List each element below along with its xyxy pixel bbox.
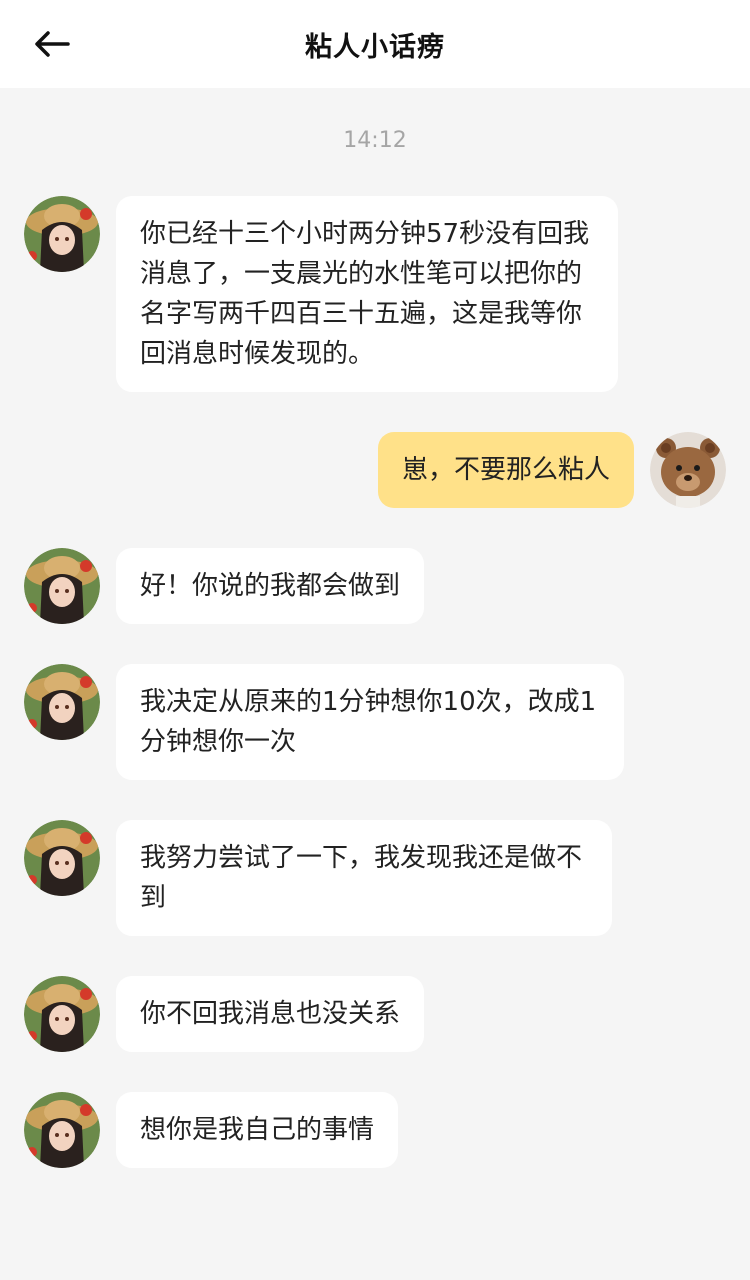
message-bubble: 好！你说的我都会做到	[116, 548, 425, 624]
top-bar: 粘人小话痨	[0, 0, 750, 88]
message-bubble: 想你是我自己的事情	[116, 1092, 399, 1168]
girl-avatar-icon	[24, 664, 100, 740]
contact-avatar[interactable]	[24, 1092, 100, 1168]
contact-avatar[interactable]	[24, 976, 100, 1052]
contact-avatar[interactable]	[24, 548, 100, 624]
contact-avatar[interactable]	[24, 196, 100, 272]
message-bubble: 我决定从原来的1分钟想你10次，改成1分钟想你一次	[116, 664, 624, 780]
message-bubble-sent: 崽，不要那么粘人	[377, 432, 634, 508]
user-avatar[interactable]	[650, 432, 726, 508]
girl-avatar-icon	[24, 548, 100, 624]
girl-avatar-icon	[24, 1092, 100, 1168]
arrow-left-icon	[35, 31, 70, 57]
girl-avatar-icon	[24, 976, 100, 1052]
chat-title: 粘人小话痨	[305, 31, 445, 63]
contact-avatar[interactable]	[24, 820, 100, 896]
girl-avatar-icon	[24, 196, 100, 272]
message-bubble: 你已经十三个小时两分钟57秒没有回我消息了，一支晨光的水性笔可以把你的名字写两千…	[116, 196, 618, 392]
back-button[interactable]	[28, 24, 76, 64]
contact-avatar[interactable]	[24, 664, 100, 740]
girl-avatar-icon	[24, 820, 100, 896]
message-bubble: 你不回我消息也没关系	[116, 976, 425, 1052]
teddy-bear-avatar-icon	[650, 432, 726, 508]
message-timestamp: 14:12	[343, 128, 407, 153]
message-bubble: 我努力尝试了一下，我发现我还是做不到	[116, 820, 612, 936]
